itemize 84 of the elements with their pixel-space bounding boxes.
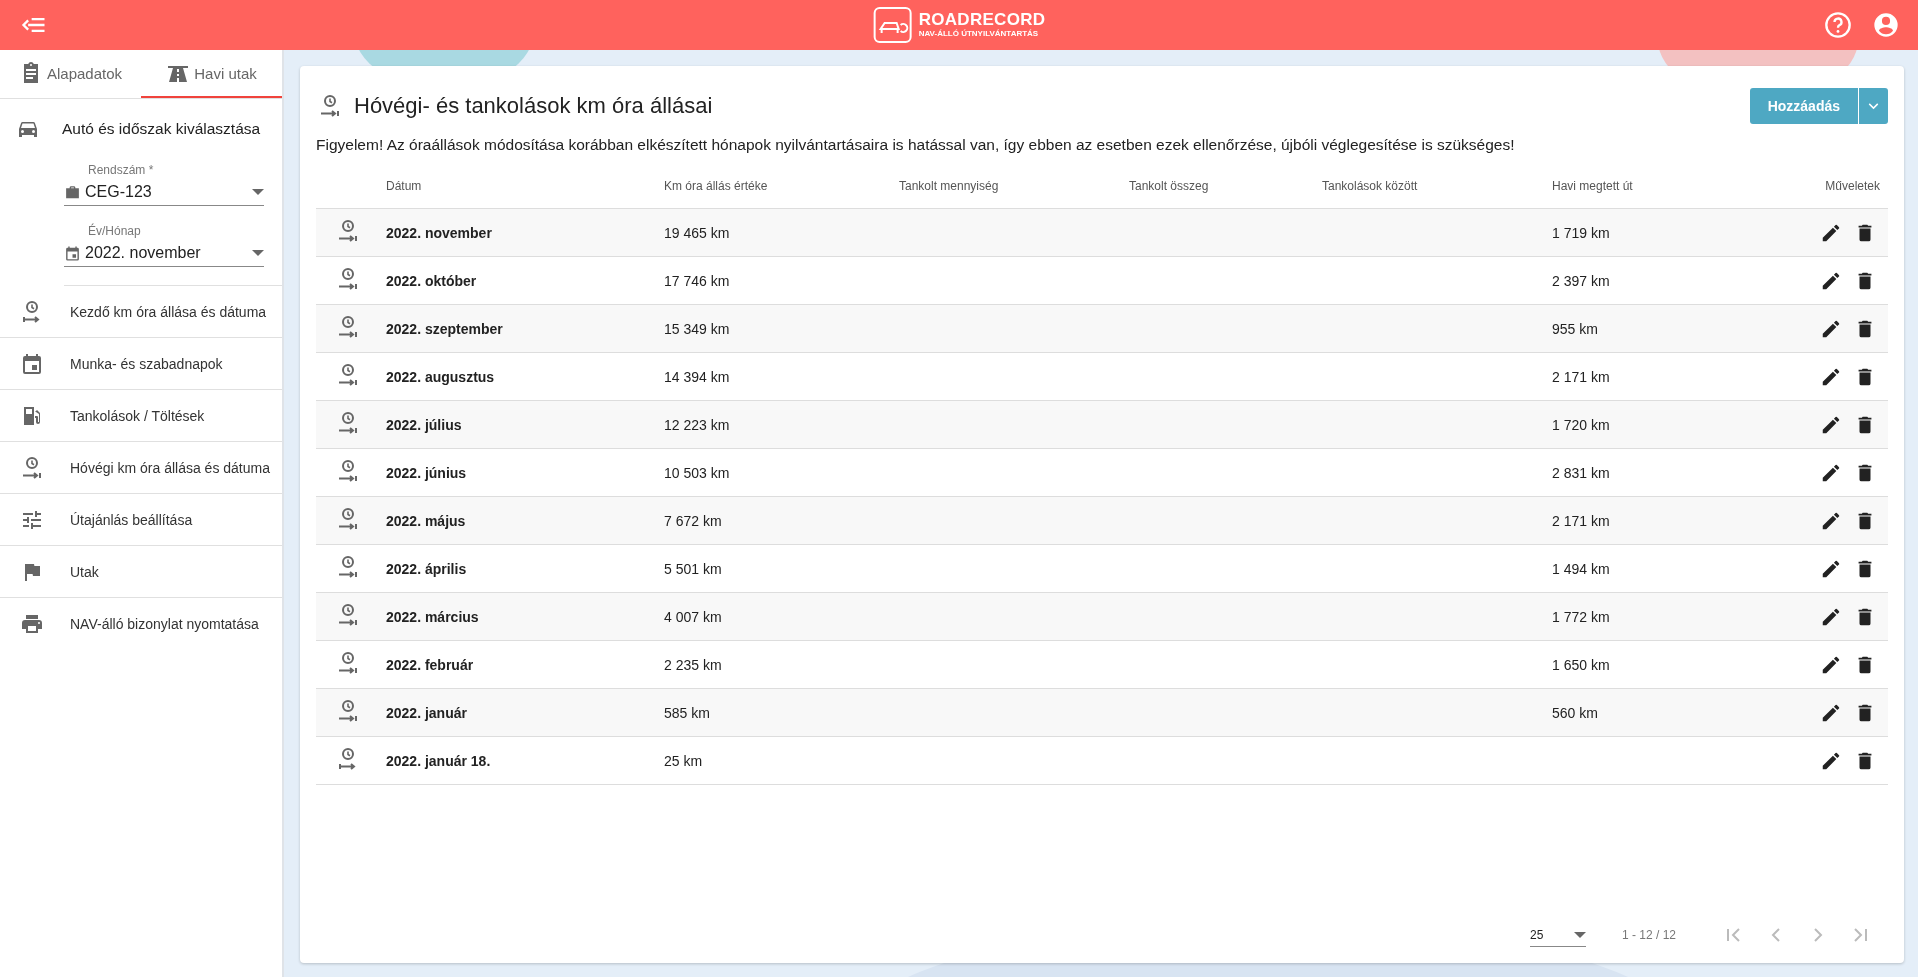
sidebar-item[interactable]: Kezdő km óra állása és dátuma — [0, 286, 282, 338]
date-cell: 2022. június — [386, 464, 467, 481]
clock-arrow-bar-icon — [336, 411, 360, 435]
clock-arrow-bar-icon — [336, 459, 360, 483]
column-header: Műveletek — [1729, 164, 1888, 209]
logo-subtitle: NAV-ÁLLÓ ÚTNYILVÁNTARTÁS — [918, 29, 1040, 39]
odometer-cell: 14 394 km — [664, 368, 730, 385]
logo-title: ROADRECORD — [918, 11, 1046, 29]
calendar-icon — [20, 351, 44, 376]
date-cell: 2022. július — [386, 416, 462, 433]
select-field[interactable]: Év/Hónap 2022. november — [64, 224, 264, 267]
car-logo-icon — [872, 5, 913, 45]
clock-arrow-bar-icon — [336, 651, 360, 675]
date-cell: 2022. május — [386, 512, 466, 529]
date-cell: 2022. január 18. — [386, 752, 491, 769]
printer-icon — [20, 612, 44, 636]
account-icon — [1872, 11, 1900, 39]
warning-text: Figyelem! Az óraállások módosítása korábban elkészített hónapok nyilvántartásaira is hatással van, így ebben az esetben ezek ellenőrzése, újbóli véglegesítése is szükséges! — [316, 136, 1516, 154]
clock-arrow-bar-icon — [336, 219, 360, 243]
help-icon — [1824, 11, 1852, 39]
odometer-cell: 5 501 km — [664, 560, 722, 577]
odometer-cell: 585 km — [664, 704, 710, 721]
odometer-cell: 25 km — [664, 752, 703, 769]
odometer-cell: 2 235 km — [664, 656, 722, 673]
page-size-select[interactable]: 25 — [1529, 923, 1586, 947]
date-cell: 2022. október — [386, 272, 477, 289]
column-header: Havi megtett út — [1552, 164, 1730, 209]
clock-arrow-bar-icon — [336, 507, 360, 531]
section-title: Autó és időszak kiválasztása — [62, 120, 261, 138]
monthly-distance-cell: 2 831 km — [1552, 464, 1610, 481]
date-cell: 2022. január — [386, 704, 467, 721]
clock-arrow-bar-icon — [336, 699, 360, 723]
monthly-distance-cell: 560 km — [1552, 704, 1598, 721]
sidebar-tab[interactable]: Havi utak — [141, 50, 282, 98]
sidebar-item[interactable]: Tankolások / Töltések — [0, 390, 282, 442]
date-cell: 2022. február — [386, 656, 474, 673]
odometer-cell: 7 672 km — [664, 512, 722, 529]
sidebar-item[interactable]: Utak — [0, 546, 282, 598]
odometer-cell: 15 349 km — [664, 320, 730, 337]
odometer-cell: 19 465 km — [664, 224, 730, 241]
date-cell: 2022. szeptember — [386, 320, 503, 337]
monthly-distance-cell: 1 720 km — [1552, 416, 1610, 433]
column-header: Tankolt összeg — [1129, 164, 1322, 209]
odometer-cell: 17 746 km — [664, 272, 730, 289]
date-cell: 2022. november — [386, 224, 492, 241]
dropdown-caret-icon — [1573, 931, 1586, 938]
odometer-cell: 4 007 km — [664, 608, 722, 625]
column-header: Tankolt mennyiség — [899, 164, 1129, 209]
calendar-icon — [64, 244, 81, 262]
monthly-distance-cell: 1 650 km — [1552, 656, 1610, 673]
clock-arrow-bar-icon — [318, 94, 342, 118]
column-header: Tankolások között — [1322, 164, 1552, 209]
sidebar-tab[interactable]: Alapadatok — [0, 50, 141, 98]
sidebar-item[interactable]: Munka- és szabadnapok — [0, 338, 282, 390]
clock-arrow-bar-icon — [336, 603, 360, 627]
sidebar-item[interactable]: NAV-álló bizonylat nyomtatása — [0, 598, 282, 650]
sidebar-item[interactable]: Hóvégi km óra állása és dátuma — [0, 442, 282, 494]
column-header: Km óra állás értéke — [664, 164, 899, 209]
monthly-distance-cell: 1 719 km — [1552, 224, 1610, 241]
clock-arrow-bar-icon — [336, 363, 360, 387]
page-title: Hóvégi- és tankolások km óra állásai — [354, 93, 714, 119]
add-menu-button[interactable] — [1858, 88, 1888, 124]
monthly-distance-cell: 2 171 km — [1552, 368, 1610, 385]
monthly-distance-cell: 955 km — [1552, 320, 1598, 337]
monthly-distance-cell: 2 397 km — [1552, 272, 1610, 289]
date-cell: 2022. március — [386, 608, 479, 625]
monthly-distance-cell: 2 171 km — [1552, 512, 1610, 529]
column-header: Dátum — [386, 164, 664, 209]
dropdown-caret-icon — [252, 189, 264, 195]
date-cell: 2022. április — [386, 560, 467, 577]
select-field[interactable]: Rendszám * CEG-123 — [64, 163, 264, 206]
sidebar-item[interactable]: Útajánlás beállítása — [0, 494, 282, 546]
clock-arrow-bar-icon — [336, 315, 360, 339]
clock-arrow-bar-icon — [20, 455, 44, 480]
monthly-distance-cell: 1 494 km — [1552, 560, 1610, 577]
odometer-cell: 10 503 km — [664, 464, 730, 481]
clock-arrow-bar-icon — [336, 267, 360, 291]
date-cell: 2022. augusztus — [386, 368, 495, 385]
clock-arrow-bar-icon — [336, 555, 360, 579]
page-range: 1 - 12 / 12 — [1621, 928, 1676, 942]
briefcase-icon — [64, 183, 81, 201]
odometer-cell: 12 223 km — [664, 416, 730, 433]
dropdown-caret-icon — [252, 250, 264, 256]
monthly-distance-cell: 1 772 km — [1552, 608, 1610, 625]
